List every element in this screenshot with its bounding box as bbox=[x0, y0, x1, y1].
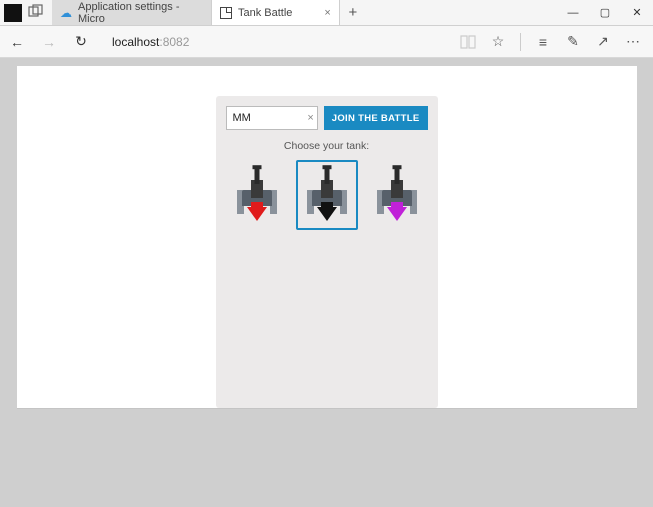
notes-icon[interactable]: ✎ bbox=[563, 32, 583, 52]
tab-title: Application settings - Micro bbox=[78, 1, 203, 25]
tank-option-red[interactable] bbox=[226, 160, 288, 230]
toolbar-right: ☆ ≡ ✎ ↗ ⋯ bbox=[458, 32, 647, 52]
toolbar: ← → ↻ localhost:8082 ☆ ≡ ✎ ↗ ⋯ bbox=[0, 26, 653, 58]
tank-icon bbox=[235, 166, 279, 224]
tank-option-black[interactable] bbox=[296, 160, 358, 230]
address-port: :8082 bbox=[159, 35, 189, 49]
name-input-wrap: × bbox=[226, 106, 318, 130]
tank-list bbox=[226, 160, 428, 230]
choose-label: Choose your tank: bbox=[226, 140, 428, 152]
clear-input-icon[interactable]: × bbox=[307, 106, 313, 130]
join-battle-button[interactable]: JOIN THE BATTLE bbox=[324, 106, 428, 130]
window-controls: — ▢ ✕ bbox=[557, 0, 653, 25]
tank-icon bbox=[375, 166, 419, 224]
task-view-icon[interactable] bbox=[28, 4, 46, 22]
tank-option-purple[interactable] bbox=[366, 160, 428, 230]
minimize-button[interactable]: — bbox=[557, 0, 589, 25]
join-card: × JOIN THE BATTLE Choose your tank: bbox=[216, 96, 438, 408]
back-button[interactable]: ← bbox=[6, 31, 28, 53]
new-tab-button[interactable]: + bbox=[340, 0, 366, 25]
tab-tank-battle[interactable]: Tank Battle × bbox=[212, 0, 340, 25]
share-icon[interactable]: ↗ bbox=[593, 32, 613, 52]
favorites-icon[interactable]: ☆ bbox=[488, 32, 508, 52]
edge-app-icon bbox=[4, 4, 22, 22]
divider bbox=[520, 33, 521, 51]
name-input[interactable] bbox=[226, 106, 318, 130]
titlebar: ☁ Application settings - Micro Tank Batt… bbox=[0, 0, 653, 26]
tab-strip: ☁ Application settings - Micro Tank Batt… bbox=[52, 0, 366, 25]
page-icon bbox=[220, 7, 232, 19]
more-icon[interactable]: ⋯ bbox=[623, 32, 643, 52]
maximize-button[interactable]: ▢ bbox=[589, 0, 621, 25]
close-button[interactable]: ✕ bbox=[621, 0, 653, 25]
hub-icon[interactable]: ≡ bbox=[533, 32, 553, 52]
address-bar[interactable]: localhost:8082 bbox=[102, 35, 448, 49]
cloud-icon: ☁ bbox=[60, 7, 72, 19]
join-row: × JOIN THE BATTLE bbox=[226, 106, 428, 130]
reading-view-icon[interactable] bbox=[458, 32, 478, 52]
tab-close-icon[interactable]: × bbox=[324, 7, 330, 19]
tab-application-settings[interactable]: ☁ Application settings - Micro bbox=[52, 0, 212, 25]
viewport: × JOIN THE BATTLE Choose your tank: bbox=[0, 58, 653, 507]
tank-icon bbox=[305, 166, 349, 224]
browser-window: ☁ Application settings - Micro Tank Batt… bbox=[0, 0, 653, 507]
refresh-button[interactable]: ↻ bbox=[70, 31, 92, 53]
address-host: localhost bbox=[112, 35, 159, 49]
forward-button[interactable]: → bbox=[38, 31, 60, 53]
tab-title: Tank Battle bbox=[238, 7, 292, 19]
page: × JOIN THE BATTLE Choose your tank: bbox=[17, 66, 637, 408]
titlebar-left bbox=[0, 0, 46, 25]
